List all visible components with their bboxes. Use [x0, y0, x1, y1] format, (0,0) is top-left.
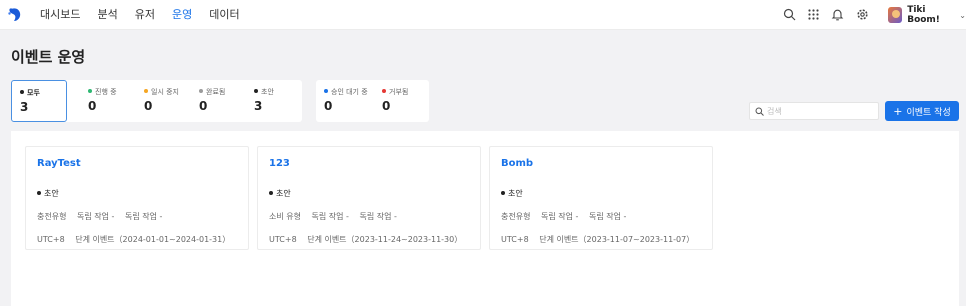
chevron-down-icon: ⌄ — [959, 10, 966, 20]
nav-item-dashboard[interactable]: 대시보드 — [40, 0, 80, 30]
apps-grid-icon[interactable] — [807, 8, 820, 21]
main-nav: 대시보드 분석 유저 운영 데이터 — [40, 0, 257, 30]
event-period: 단계 이벤트（2023-11-07~2023-11-07） — [539, 235, 695, 244]
filter-count: 0 — [144, 99, 153, 113]
filter-label: 거부됨 — [389, 88, 409, 96]
page-title: 이벤트 운영 — [11, 48, 86, 66]
filter-completed[interactable]: 완료됨 0 — [191, 80, 246, 122]
event-list-panel: RayTest 초안 충전유형 독립 작업 - 독립 작업 - UTC+8 단계… — [11, 131, 959, 306]
status-dot — [88, 89, 92, 93]
event-schedule: UTC+8 단계 이벤트（2023-11-24~2023-11-30） — [269, 234, 470, 245]
search-input[interactable] — [767, 104, 875, 118]
filter-count: 3 — [254, 99, 263, 113]
event-card[interactable]: 123 초안 소비 유형 독립 작업 - 독립 작업 - UTC+8 단계 이벤… — [257, 146, 481, 250]
status-dot — [382, 89, 386, 93]
approval-filter-group: 승인 대기 중 0 거부됨 0 — [316, 80, 429, 122]
event-task-tag: 독립 작업 - — [588, 212, 627, 221]
event-type: 충전유형 — [37, 212, 67, 221]
event-schedule: UTC+8 단계 이벤트（2024-01-01~2024-01-31） — [37, 234, 238, 245]
filter-count: 3 — [20, 100, 29, 114]
event-period: 단계 이벤트（2024-01-01~2024-01-31） — [75, 235, 231, 244]
status-dot — [199, 89, 203, 93]
filter-count: 0 — [199, 99, 208, 113]
status-dot — [144, 89, 148, 93]
filter-label: 일시 중지 — [151, 88, 179, 96]
nav-item-analysis[interactable]: 분석 — [97, 0, 117, 30]
event-timezone: UTC+8 — [501, 235, 529, 244]
filter-label: 모두 — [27, 89, 40, 97]
filter-paused[interactable]: 일시 중지 0 — [136, 80, 191, 122]
gear-icon[interactable] — [856, 8, 869, 21]
event-status: 초안 — [44, 189, 59, 198]
event-title[interactable]: 123 — [269, 158, 290, 169]
filter-count: 0 — [88, 99, 97, 113]
status-dot — [501, 191, 505, 195]
event-status: 초안 — [508, 189, 523, 198]
event-task-tag: 독립 작업 - — [541, 212, 579, 221]
plus-icon: + — [893, 104, 903, 118]
filter-draft[interactable]: 초안 3 — [246, 80, 302, 122]
filter-count: 0 — [382, 99, 391, 113]
status-dot — [269, 191, 273, 195]
search-icon[interactable] — [783, 8, 796, 21]
event-title[interactable]: Bomb — [501, 158, 533, 169]
status-dot — [37, 191, 41, 195]
event-status: 초안 — [276, 189, 291, 198]
status-dot — [324, 89, 328, 93]
event-tags: 충전유형 독립 작업 - 독립 작업 - — [37, 211, 170, 222]
event-type: 소비 유형 — [269, 212, 301, 221]
top-nav-bar: 대시보드 분석 유저 운영 데이터 Tiki Boom! ⌄ — [0, 0, 966, 30]
event-period: 단계 이벤트（2023-11-24~2023-11-30） — [307, 235, 463, 244]
event-tags: 소비 유형 독립 작업 - 독립 작업 - — [269, 211, 405, 222]
user-name: Tiki Boom! — [907, 5, 940, 25]
filter-label: 완료됨 — [206, 88, 226, 96]
filter-label: 진행 중 — [95, 88, 117, 96]
event-task-tag: 독립 작업 - — [311, 212, 349, 221]
event-type: 충전유형 — [501, 212, 531, 221]
create-event-label: 이벤트 작성 — [906, 107, 951, 118]
event-task-tag: 독립 작업 - — [124, 212, 163, 221]
event-card[interactable]: Bomb 초안 충전유형 독립 작업 - 독립 작업 - UTC+8 단계 이벤… — [489, 146, 713, 250]
filter-all[interactable]: 모두 3 — [11, 80, 67, 122]
nav-item-operations[interactable]: 운영 — [172, 0, 192, 30]
filter-label: 승인 대기 중 — [331, 88, 368, 96]
filter-label: 초안 — [261, 88, 274, 96]
create-event-button[interactable]: + 이벤트 작성 — [885, 101, 959, 121]
filter-count: 0 — [324, 99, 333, 113]
event-task-tag: 독립 작업 - — [77, 212, 115, 221]
filter-in-progress[interactable]: 진행 중 0 — [80, 80, 136, 122]
search-icon — [755, 107, 764, 116]
event-timezone: UTC+8 — [37, 235, 65, 244]
search-box — [749, 102, 879, 120]
status-filter-group: 모두 3 진행 중 0 일시 중지 0 완료됨 0 초안 3 — [11, 80, 302, 122]
nav-item-users[interactable]: 유저 — [135, 0, 155, 30]
event-title[interactable]: RayTest — [37, 158, 81, 169]
app-logo-icon[interactable] — [7, 7, 23, 23]
avatar — [888, 7, 903, 23]
event-schedule: UTC+8 단계 이벤트（2023-11-07~2023-11-07） — [501, 234, 702, 245]
bell-icon[interactable] — [831, 8, 844, 21]
event-tags: 충전유형 독립 작업 - 독립 작업 - — [501, 211, 634, 222]
filter-rejected[interactable]: 거부됨 0 — [374, 80, 429, 122]
filter-pending-approval[interactable]: 승인 대기 중 0 — [316, 80, 374, 122]
user-menu[interactable]: Tiki Boom! ⌄ — [888, 5, 966, 25]
event-task-tag: 독립 작업 - — [359, 212, 397, 221]
event-timezone: UTC+8 — [269, 235, 297, 244]
status-dot — [254, 89, 258, 93]
event-card[interactable]: RayTest 초안 충전유형 독립 작업 - 독립 작업 - UTC+8 단계… — [25, 146, 249, 250]
status-dot — [20, 90, 24, 94]
nav-item-data[interactable]: 데이터 — [209, 0, 239, 30]
